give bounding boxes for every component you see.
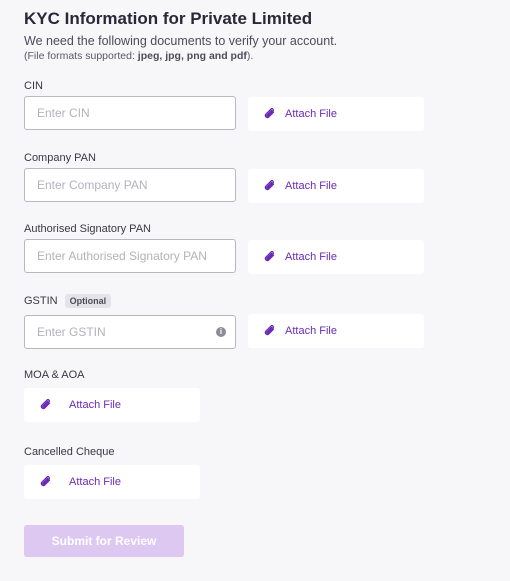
signatory-pan-input[interactable] xyxy=(24,239,236,273)
company-pan-attach-button[interactable]: Attach File xyxy=(248,169,424,203)
cancelled-cheque-label: Cancelled Cheque xyxy=(24,446,115,458)
attach-file-label: Attach File xyxy=(69,476,121,488)
formats-suffix: ). xyxy=(246,50,254,62)
moa-aoa-attach-button[interactable]: Attach File xyxy=(24,388,200,422)
signatory-pan-label-text: Authorised Signatory PAN xyxy=(24,223,151,235)
gstin-label: GSTIN Optional xyxy=(24,294,112,308)
formats-prefix: (File formats supported: xyxy=(24,50,138,62)
gstin-attach-button[interactable]: Attach File xyxy=(248,314,424,348)
cin-attach-button[interactable]: Attach File xyxy=(248,97,424,131)
cancelled-cheque-attach-button[interactable]: Attach File xyxy=(24,465,200,499)
attach-file-label: Attach File xyxy=(285,108,337,120)
cin-label: CIN xyxy=(24,80,43,92)
moa-aoa-label: MOA & AOA xyxy=(24,369,85,381)
page-subtitle: We need the following documents to verif… xyxy=(24,34,338,48)
signatory-pan-attach-button[interactable]: Attach File xyxy=(248,240,424,274)
paperclip-icon xyxy=(263,179,277,193)
moa-aoa-label-text: MOA & AOA xyxy=(24,369,85,381)
attach-file-label: Attach File xyxy=(69,399,121,411)
attach-file-label: Attach File xyxy=(285,251,337,263)
cancelled-cheque-label-text: Cancelled Cheque xyxy=(24,446,115,458)
paperclip-icon xyxy=(263,250,277,264)
company-pan-input[interactable] xyxy=(24,168,236,202)
file-formats-note: (File formats supported: jpeg, jpg, png … xyxy=(24,50,253,62)
paperclip-icon xyxy=(39,398,53,412)
signatory-pan-label: Authorised Signatory PAN xyxy=(24,223,151,235)
submit-for-review-button[interactable]: Submit for Review xyxy=(24,525,184,557)
company-pan-label-text: Company PAN xyxy=(24,152,96,164)
gstin-label-text: GSTIN xyxy=(24,295,58,307)
formats-list: jpeg, jpg, png and pdf xyxy=(137,50,247,62)
cin-label-text: CIN xyxy=(24,80,43,92)
gstin-input[interactable] xyxy=(24,315,236,349)
optional-badge: Optional xyxy=(64,294,112,308)
info-icon[interactable]: i xyxy=(216,327,226,337)
paperclip-icon xyxy=(39,475,53,489)
paperclip-icon xyxy=(263,107,277,121)
paperclip-icon xyxy=(263,324,277,338)
company-pan-label: Company PAN xyxy=(24,152,96,164)
page-title: KYC Information for Private Limited xyxy=(24,9,313,28)
cin-input[interactable] xyxy=(24,96,236,130)
attach-file-label: Attach File xyxy=(285,180,337,192)
attach-file-label: Attach File xyxy=(285,325,337,337)
